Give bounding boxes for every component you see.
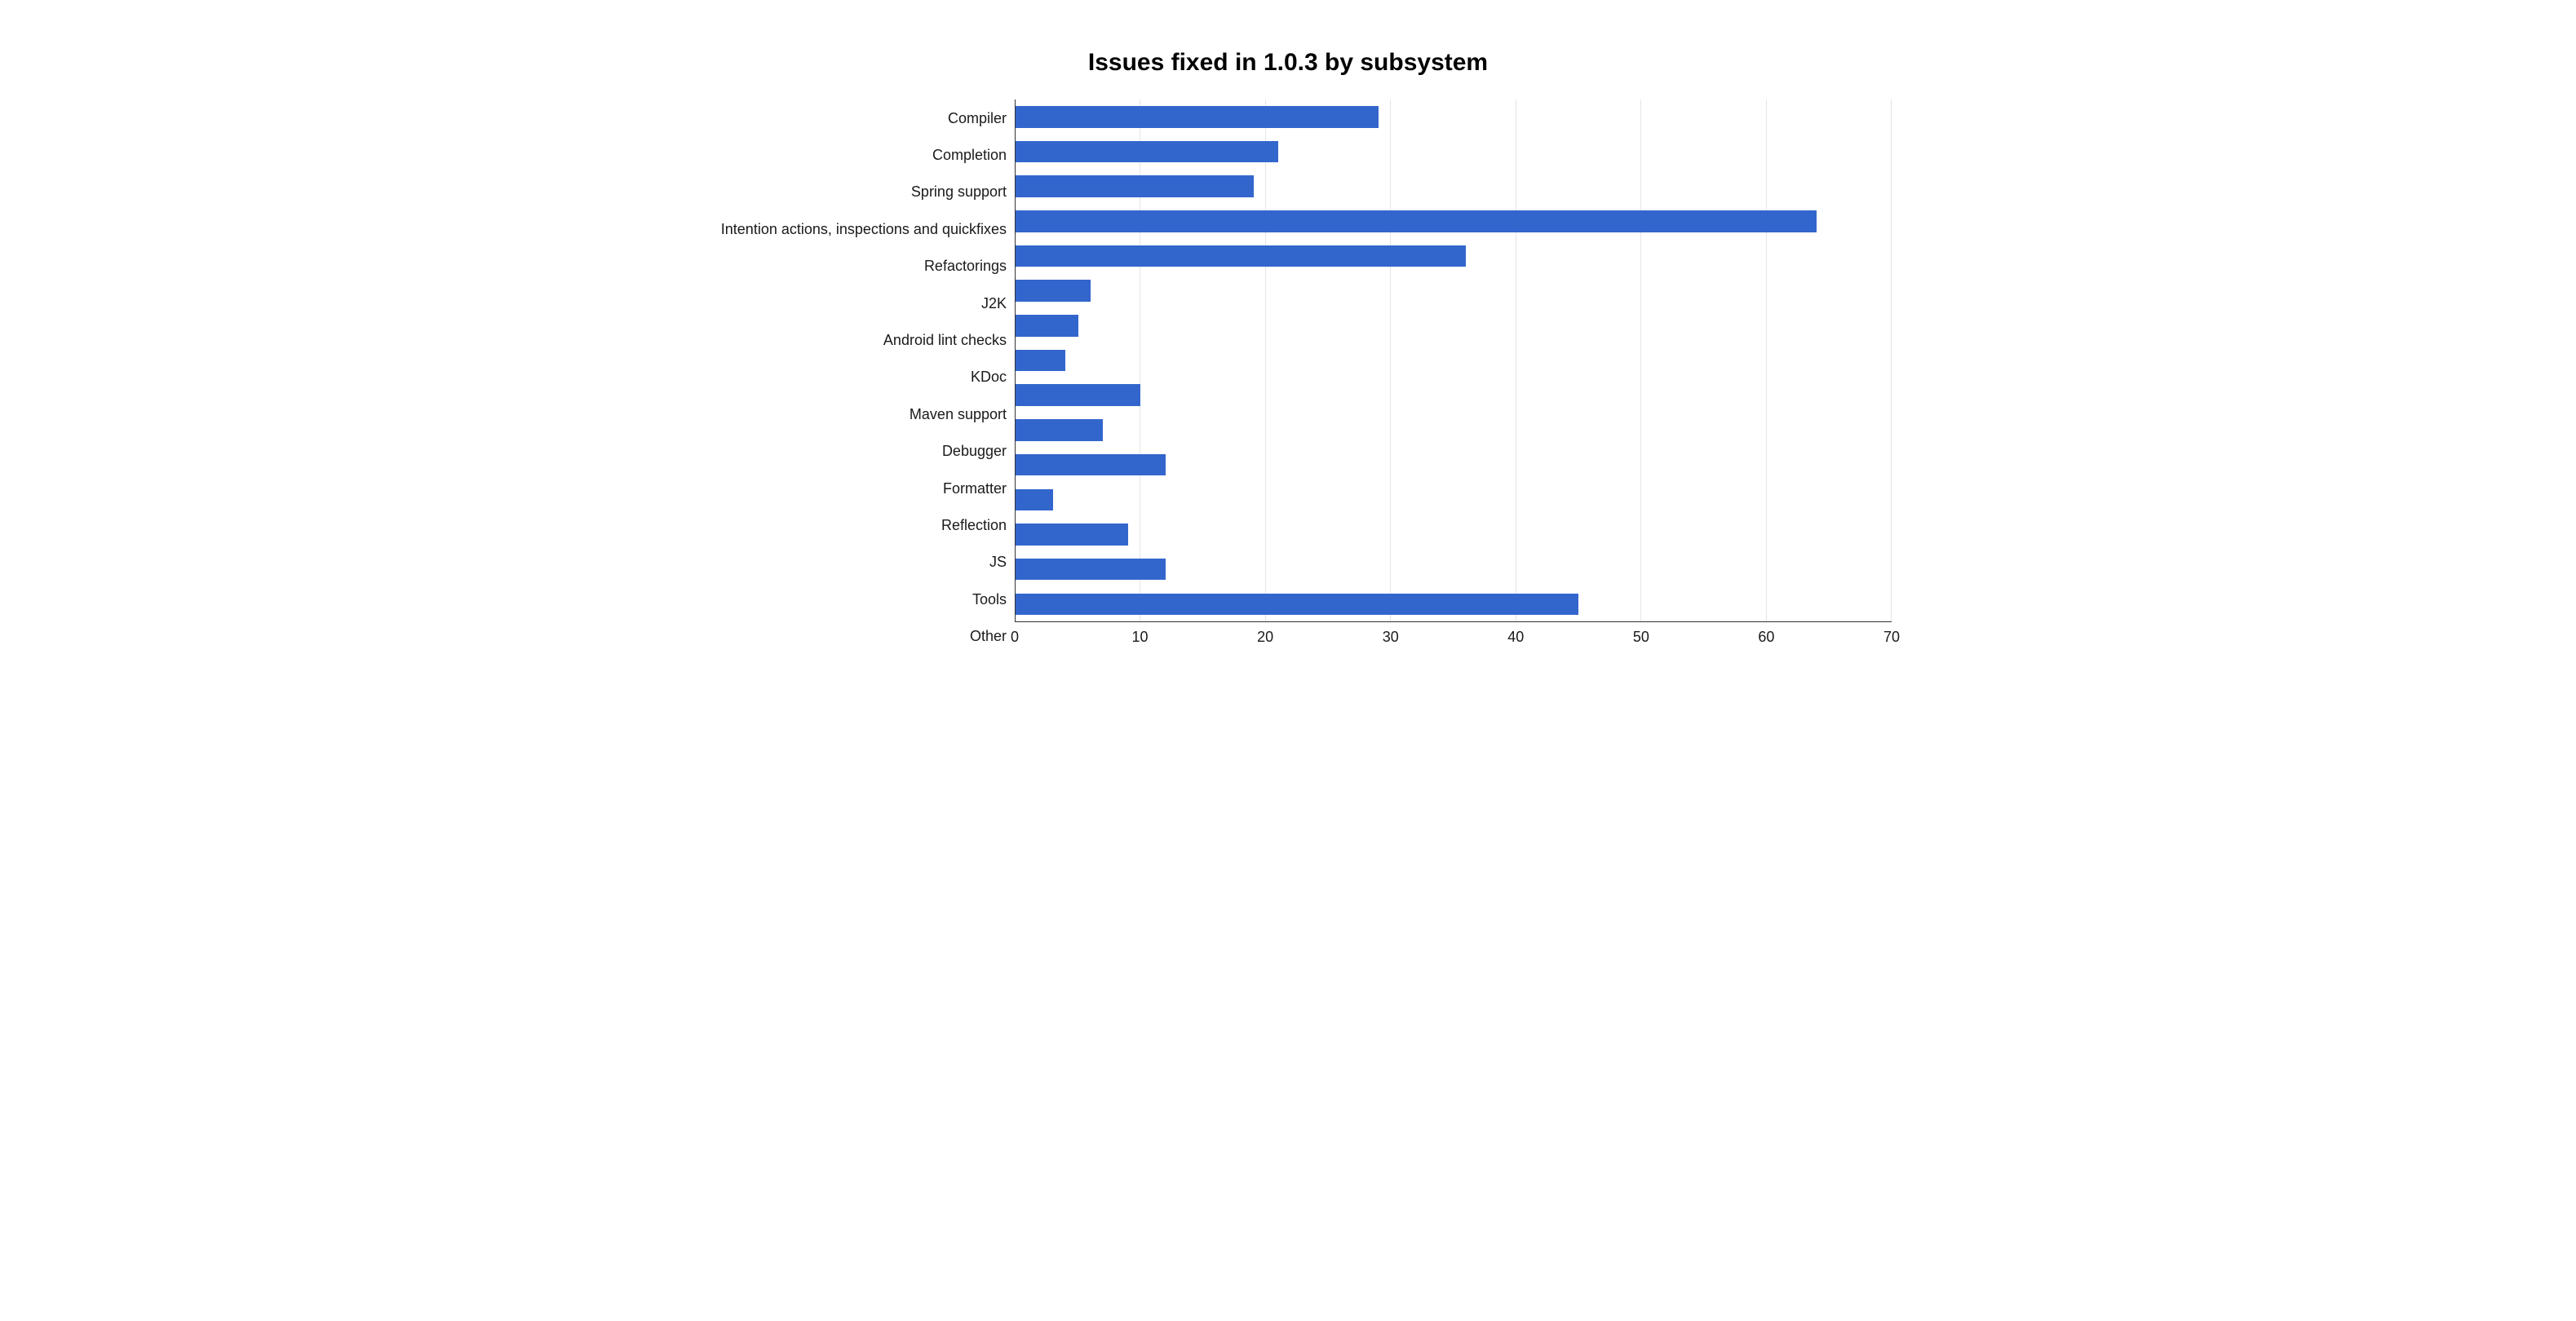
y-axis-label: KDoc bbox=[684, 360, 1007, 393]
bar-row bbox=[1016, 378, 1892, 413]
bar-row bbox=[1016, 448, 1892, 483]
bar-row bbox=[1016, 99, 1892, 135]
bar bbox=[1016, 594, 1578, 615]
bar-row bbox=[1016, 273, 1892, 308]
bar bbox=[1016, 315, 1078, 336]
bar-row bbox=[1016, 135, 1892, 170]
bar bbox=[1016, 384, 1140, 405]
bar bbox=[1016, 489, 1053, 510]
chart-container: Issues fixed in 1.0.3 by subsystem Compi… bbox=[684, 49, 1892, 655]
y-axis-label: Debugger bbox=[684, 435, 1007, 467]
x-axis-tick: 10 bbox=[1132, 629, 1149, 646]
y-axis-label: Formatter bbox=[684, 472, 1007, 505]
y-axis-label: J2K bbox=[684, 287, 1007, 320]
y-axis-labels: Compiler Completion Spring support Intentio… bbox=[684, 99, 1015, 655]
y-axis-label: Compiler bbox=[684, 102, 1007, 135]
bar-row bbox=[1016, 169, 1892, 204]
y-axis-label: Completion bbox=[684, 139, 1007, 171]
x-axis-tick: 20 bbox=[1257, 629, 1273, 646]
chart-body: Compiler Completion Spring support Intentio… bbox=[684, 99, 1892, 655]
bar bbox=[1016, 175, 1254, 197]
y-axis-label: Maven support bbox=[684, 398, 1007, 431]
bar bbox=[1016, 454, 1166, 475]
bar-row bbox=[1016, 586, 1892, 621]
x-axis: 010203040506070 bbox=[1015, 622, 1892, 655]
bar bbox=[1016, 559, 1166, 580]
x-axis-tick: 50 bbox=[1633, 629, 1649, 646]
bar bbox=[1016, 210, 1817, 232]
bar bbox=[1016, 141, 1278, 162]
y-axis-label: Android lint checks bbox=[684, 324, 1007, 356]
bar bbox=[1016, 350, 1065, 371]
bar-row bbox=[1016, 308, 1892, 343]
bar bbox=[1016, 106, 1379, 127]
bar bbox=[1016, 419, 1103, 440]
bar bbox=[1016, 524, 1128, 545]
bar-row bbox=[1016, 552, 1892, 587]
y-axis-label: Other bbox=[684, 620, 1007, 652]
bar bbox=[1016, 280, 1091, 301]
y-axis-label: Spring support bbox=[684, 175, 1007, 208]
chart-title: Issues fixed in 1.0.3 by subsystem bbox=[684, 49, 1892, 77]
bar-row bbox=[1016, 517, 1892, 552]
x-axis-tick: 40 bbox=[1507, 629, 1524, 646]
y-axis-label: JS bbox=[684, 546, 1007, 578]
x-axis-tick: 60 bbox=[1758, 629, 1774, 646]
y-axis-label: Refactorings bbox=[684, 250, 1007, 282]
x-axis-tick: 0 bbox=[1011, 629, 1019, 646]
plot-column: 010203040506070 bbox=[1015, 99, 1892, 655]
y-axis-label: Tools bbox=[684, 583, 1007, 616]
bar bbox=[1016, 245, 1466, 267]
y-axis-label: Intention actions, inspections and quick… bbox=[684, 213, 1007, 245]
x-axis-tick: 70 bbox=[1883, 629, 1900, 646]
bar-row bbox=[1016, 204, 1892, 239]
bar-row bbox=[1016, 239, 1892, 274]
bar-row bbox=[1016, 343, 1892, 378]
bar-row bbox=[1016, 482, 1892, 517]
bar-row bbox=[1016, 413, 1892, 448]
plot-area bbox=[1015, 99, 1892, 622]
x-axis-tick: 30 bbox=[1383, 629, 1399, 646]
bars-layer bbox=[1016, 99, 1892, 621]
y-axis-label: Reflection bbox=[684, 509, 1007, 541]
